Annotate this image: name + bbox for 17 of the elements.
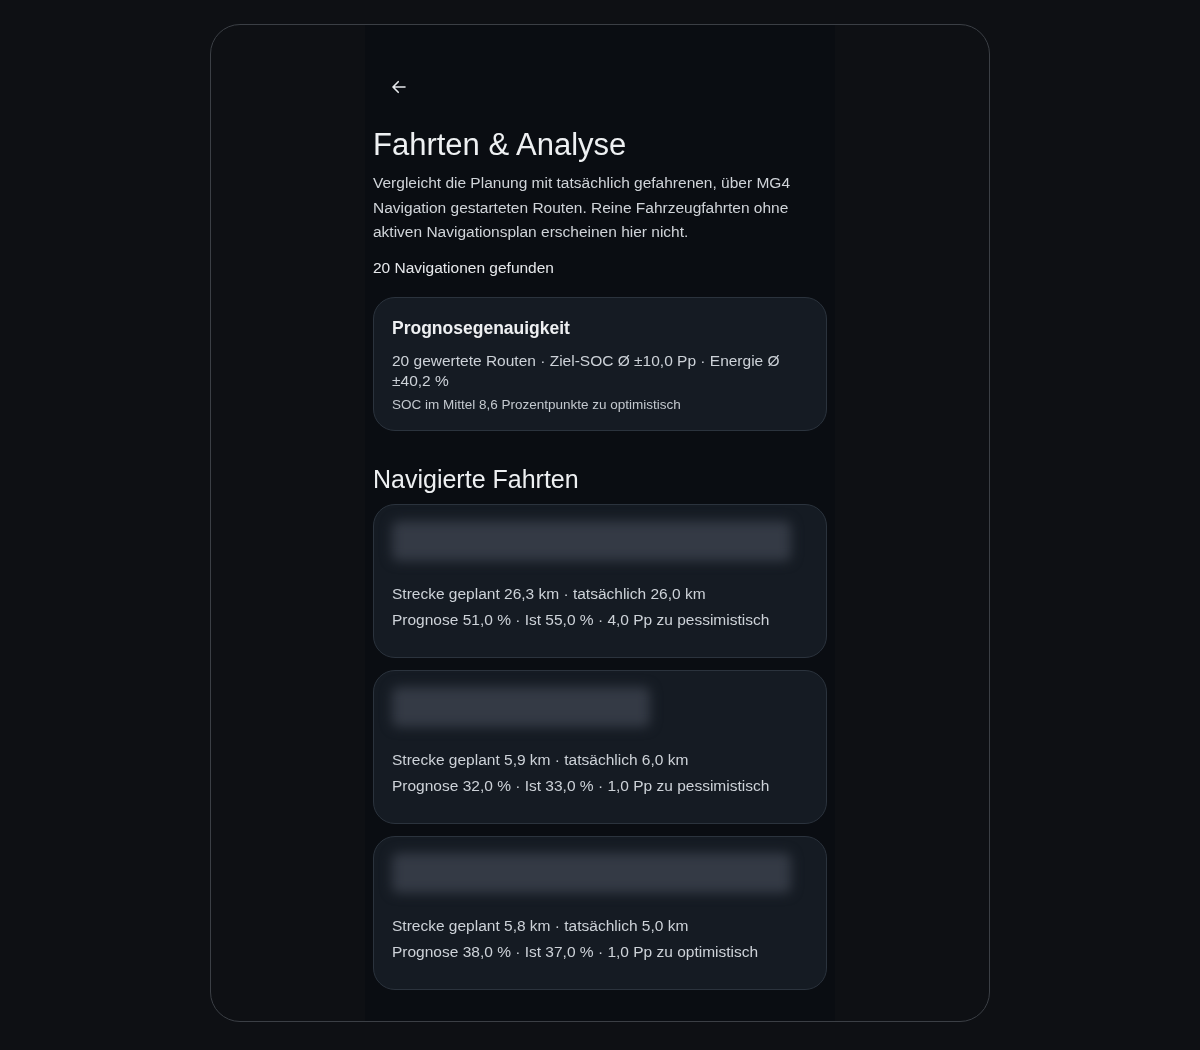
back-arrow-icon	[390, 78, 408, 96]
trip-card[interactable]: Strecke geplant 5,8 km · tatsächlich 5,0 km Prognose 38,0 % · Ist 37,0 % · 1,0 Pp zu optimistisch	[373, 835, 827, 990]
summary-note: SOC im Mittel 8,6 Prozentpunkte zu optimistisch	[392, 396, 682, 412]
forecast-text: Prognose 51,0 % · Ist 55,0 % · 4,0 Pp zu pessimistisch	[392, 610, 771, 629]
forecast-text: Prognose 32,0 % · Ist 33,0 % · 1,0 Pp zu pessimistisch	[392, 776, 771, 795]
forecast-text: Prognose 38,0 % · Ist 37,0 % · 1,0 Pp zu optimistisch	[392, 942, 760, 961]
page-title: Fahrten & Analyse	[373, 127, 628, 163]
distance-text: Strecke geplant 26,3 km · tatsächlich 26,0 km	[392, 584, 707, 603]
summary-stats: 20 gewertete Routen · Ziel-SOC Ø ±10,0 Pp · Energie Ø ±40,2 %	[392, 350, 781, 391]
section-title: Navigierte Fahrten	[373, 464, 580, 494]
distance-text: Strecke geplant 5,9 km · tatsächlich 6,0 km	[392, 750, 690, 769]
result-count: 20 Navigationen gefunden	[373, 258, 555, 277]
page-description: Vergleicht die Planung mit tatsächlich gefahrenen, über MG4 Navigation gestarteten Routen. Reine Fahrzeugfahrten ohne aktiven Navigationsplan erscheinen hier nicht.	[373, 173, 792, 242]
trip-card[interactable]: Strecke geplant 26,3 km · tatsächlich 26,0 km Prognose 51,0 % · Ist 55,0 % · 4,0 Pp zu pessimistisch	[373, 503, 827, 658]
card-title: Prognosegenauigkeit	[392, 317, 571, 339]
distance-text: Strecke geplant 5,8 km · tatsächlich 5,0 km	[392, 916, 690, 935]
trip-card[interactable]: Strecke geplant 5,9 km · tatsächlich 6,0 km Prognose 32,0 % · Ist 33,0 % · 1,0 Pp zu pessimistisch	[373, 669, 827, 824]
